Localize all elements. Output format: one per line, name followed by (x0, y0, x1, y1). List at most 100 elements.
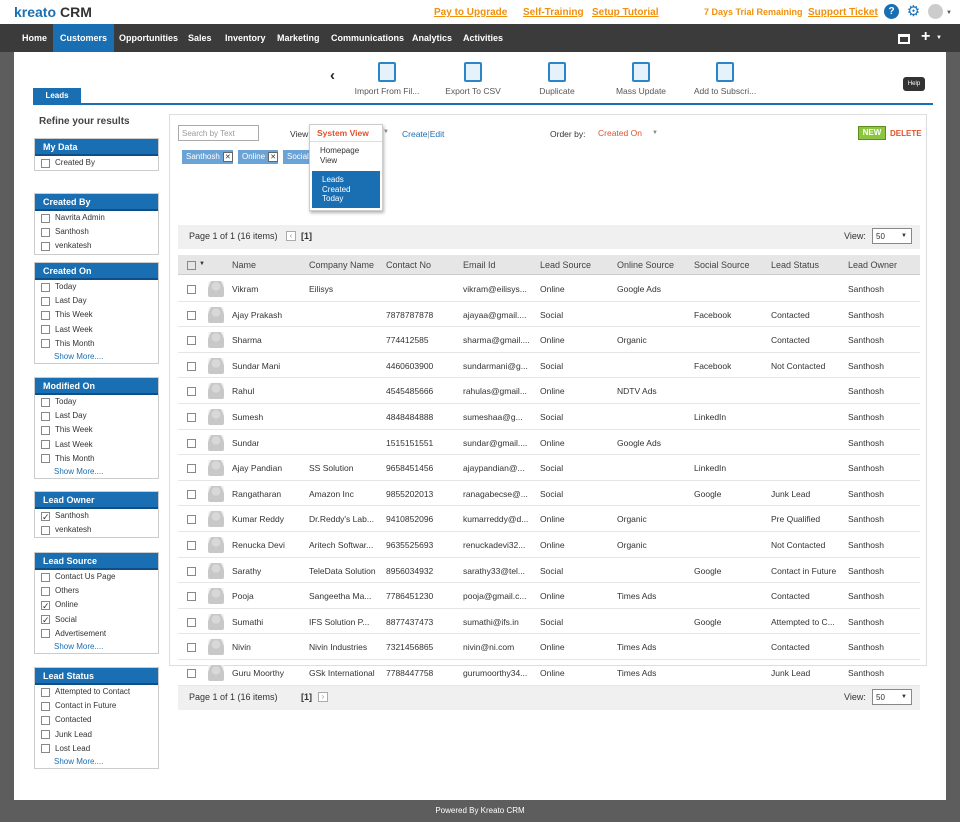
export-csv-button[interactable]: Export To CSV (433, 62, 513, 96)
filter-option[interactable]: Contact in Future (35, 699, 158, 713)
filter-checkbox[interactable] (41, 744, 50, 754)
filter-option[interactable]: Online (35, 598, 158, 613)
nav-analytics[interactable]: Analytics (405, 24, 459, 52)
help-circle-icon[interactable]: ? (884, 4, 899, 19)
table-row[interactable]: Vikram Eilisys vikram@eilisys... Online Goog… (178, 276, 920, 302)
table-cell[interactable]: Sharma (232, 335, 262, 345)
nav-customers[interactable]: Customers (53, 24, 115, 52)
row-checkbox[interactable] (187, 285, 196, 294)
view-option-homepage[interactable]: Homepage View (310, 142, 382, 169)
filter-checkbox[interactable] (41, 687, 50, 697)
add-to-subscription-button[interactable]: Add to Subscri... (685, 62, 765, 96)
filter-option[interactable]: This Month (35, 452, 158, 466)
table-cell[interactable]: Sundar (232, 438, 259, 448)
filter-option[interactable]: Last Week (35, 438, 158, 452)
table-row[interactable]: Rahul 4545485666 rahulas@gmail... Online NDT… (178, 378, 920, 404)
table-cell[interactable]: Sumathi (232, 617, 263, 627)
column-header[interactable]: Lead Owner (848, 260, 897, 270)
table-row[interactable]: Sumathi IFS Solution P... 8877437473 sumath… (178, 609, 920, 635)
column-header[interactable]: Name (232, 260, 256, 270)
setup-tutorial-link[interactable]: Setup Tutorial (592, 7, 658, 18)
filter-option[interactable]: Advertisement (35, 627, 158, 641)
table-row[interactable]: Sharma 774412585 sharma@gmail.... Online Org… (178, 327, 920, 353)
user-avatar-icon[interactable] (928, 4, 943, 19)
column-header[interactable]: Social Source (694, 260, 750, 270)
filter-checkbox[interactable] (41, 425, 50, 435)
gear-icon[interactable]: ⚙ (906, 4, 921, 19)
nav-opportunities[interactable]: Opportunities (112, 24, 185, 52)
filter-checkbox[interactable] (41, 411, 50, 421)
filter-option[interactable]: Social (35, 613, 158, 627)
nav-inventory[interactable]: Inventory (218, 24, 273, 52)
table-cell[interactable]: Ajay Prakash (232, 310, 282, 320)
filter-checkbox[interactable] (41, 510, 50, 524)
chevron-down-icon[interactable]: ▼ (652, 130, 658, 136)
filter-group-title[interactable]: Modified On (35, 378, 158, 395)
table-cell[interactable]: Nivin (232, 642, 251, 652)
row-checkbox[interactable] (187, 387, 196, 397)
next-page-icon[interactable]: › (318, 692, 328, 702)
column-header[interactable]: Contact No (386, 260, 431, 270)
page-number[interactable]: [1] (301, 692, 312, 702)
filter-checkbox[interactable] (41, 325, 50, 335)
filter-checkbox[interactable] (41, 440, 50, 450)
row-checkbox[interactable] (187, 438, 196, 448)
table-cell[interactable]: Ajay Pandian (232, 463, 282, 473)
filter-checkbox[interactable] (41, 241, 50, 251)
support-ticket-link[interactable]: Support Ticket (808, 7, 878, 18)
table-cell[interactable]: Kumar Reddy (232, 514, 284, 524)
chevron-down-icon[interactable]: ▼ (936, 35, 942, 41)
filter-option[interactable]: This Month (35, 337, 158, 351)
column-header[interactable]: Company Name (309, 260, 374, 270)
create-link[interactable]: Create (402, 129, 428, 139)
table-cell[interactable]: Sarathy (232, 566, 261, 576)
filter-checkbox[interactable] (41, 730, 50, 740)
table-row[interactable]: Rangatharan Amazon Inc 9855202013 ranagabec… (178, 481, 920, 507)
filter-option[interactable]: venkatesh (35, 523, 158, 537)
nav-marketing[interactable]: Marketing (270, 24, 327, 52)
filter-checkbox[interactable] (41, 158, 50, 168)
filter-checkbox[interactable] (41, 213, 50, 223)
filter-option[interactable]: Others (35, 584, 158, 598)
back-arrow-icon[interactable]: ‹ (330, 67, 335, 84)
table-cell[interactable]: Guru Moorthy (232, 668, 284, 678)
chevron-down-icon[interactable]: ▼ (199, 261, 205, 267)
filter-group-title[interactable]: Lead Status (35, 668, 158, 685)
filter-checkbox[interactable] (41, 525, 50, 535)
filter-option[interactable]: Last Day (35, 409, 158, 423)
filter-option[interactable]: Navrita Admin (35, 211, 158, 225)
row-checkbox[interactable] (187, 592, 196, 602)
calendar-icon[interactable] (898, 34, 910, 44)
column-header[interactable]: Email Id (463, 260, 496, 270)
nav-home[interactable]: Home (15, 24, 54, 52)
filter-checkbox[interactable] (41, 339, 50, 349)
filter-checkbox[interactable] (41, 296, 50, 306)
table-cell[interactable]: Rangatharan (232, 489, 281, 499)
filter-option[interactable]: Junk Lead (35, 728, 158, 742)
row-checkbox[interactable] (187, 336, 196, 346)
show-more-link[interactable]: Show More.... (35, 466, 158, 478)
table-row[interactable]: Sarathy TeleData Solution 8956034932 sarath… (178, 558, 920, 584)
filter-checkbox[interactable] (41, 586, 50, 596)
import-button[interactable]: Import From Fil... (347, 62, 427, 96)
filter-option[interactable]: Lost Lead (35, 742, 158, 756)
filter-checkbox[interactable] (41, 629, 50, 639)
row-checkbox[interactable] (187, 566, 196, 576)
filter-option[interactable]: Today (35, 395, 158, 409)
chevron-down-icon[interactable]: ▼ (946, 10, 952, 16)
page-number[interactable]: [1] (301, 231, 312, 241)
chip-close-icon[interactable]: ✕ (268, 151, 279, 162)
row-checkbox[interactable] (187, 643, 196, 653)
table-cell[interactable]: Renucka Devi (232, 540, 285, 550)
table-row[interactable]: Sundar 1515151551 sundar@gmail.... Online Go… (178, 430, 920, 456)
plus-icon[interactable]: + (921, 28, 930, 46)
app-logo[interactable]: kreato CRM (14, 4, 92, 20)
filter-option[interactable]: venkatesh (35, 239, 158, 253)
filter-checkbox[interactable] (41, 715, 50, 725)
filter-checkbox[interactable] (41, 282, 50, 292)
row-checkbox[interactable] (187, 617, 196, 627)
column-header[interactable]: Online Source (617, 260, 674, 270)
filter-checkbox[interactable] (41, 310, 50, 320)
filter-option[interactable]: Contacted (35, 713, 158, 727)
nav-sales[interactable]: Sales (181, 24, 219, 52)
